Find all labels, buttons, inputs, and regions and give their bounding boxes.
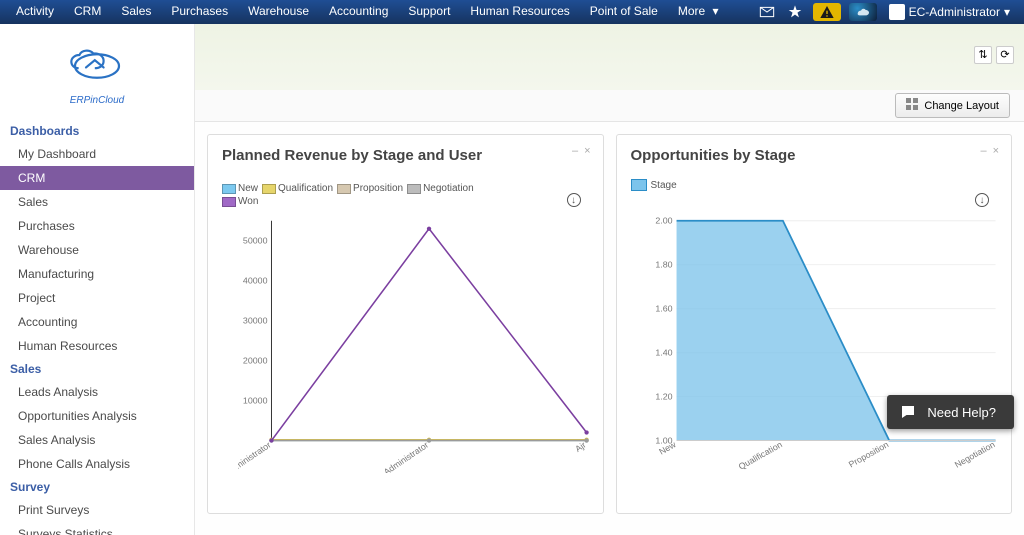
nav-item-human-resources[interactable]: Human Resources [460, 0, 579, 24]
widget-close-icon[interactable]: × [993, 145, 999, 157]
brand-logo: ERPinCloud [0, 34, 194, 120]
sidebar-item-project[interactable]: Project [0, 286, 194, 310]
svg-text:Administrator: Administrator [382, 440, 431, 473]
change-layout-label: Change Layout [924, 100, 999, 112]
svg-text:1.60: 1.60 [655, 304, 672, 314]
legend-won: Won [238, 196, 258, 207]
chevron-down-icon: ▾ [713, 4, 719, 18]
change-layout-button[interactable]: Change Layout [895, 93, 1010, 118]
legend-qualification: Qualification [278, 183, 333, 194]
download-icon[interactable] [975, 193, 989, 207]
chat-icon [899, 403, 917, 421]
chart-legend: New Qualification Proposition Negotiatio… [222, 183, 482, 207]
refresh-button[interactable]: ⟳ [996, 46, 1014, 64]
user-label: EC-Administrator [909, 5, 1000, 19]
nav-item-purchases[interactable]: Purchases [161, 0, 238, 24]
svg-text:1.80: 1.80 [655, 260, 672, 270]
avatar [889, 4, 905, 20]
download-icon[interactable] [567, 193, 581, 207]
sidebar-item-sales-analysis[interactable]: Sales Analysis [0, 428, 194, 452]
sidebar-item-purchases[interactable]: Purchases [0, 214, 194, 238]
nav-more-label: More [678, 4, 705, 18]
legend-stage: Stage [651, 180, 677, 191]
sidebar: ERPinCloud Dashboards My Dashboard CRM S… [0, 24, 195, 535]
sidebar-item-crm[interactable]: CRM [0, 166, 194, 190]
top-nav: Activity CRM Sales Purchases Warehouse A… [0, 0, 1024, 24]
nav-item-crm[interactable]: CRM [64, 0, 111, 24]
sidebar-item-surveys-statistics[interactable]: Surveys Statistics [0, 522, 194, 535]
sidebar-section-sales: Sales [0, 358, 194, 380]
main-area: ⇅ ⟳ Change Layout Planned Revenue by Sta… [195, 24, 1024, 535]
svg-text:30000: 30000 [243, 316, 268, 326]
svg-text:40000: 40000 [243, 276, 268, 286]
nav-item-sales[interactable]: Sales [111, 0, 161, 24]
help-widget[interactable]: Need Help? [887, 395, 1014, 429]
svg-text:Negotiation: Negotiation [952, 439, 996, 469]
chevron-down-icon: ▾ [1004, 5, 1010, 19]
nav-item-more[interactable]: More ▾ [668, 0, 729, 24]
sidebar-item-human-resources[interactable]: Human Resources [0, 334, 194, 358]
help-label: Need Help? [927, 405, 996, 420]
brand-name: ERPinCloud [0, 95, 194, 106]
svg-text:2.00: 2.00 [655, 216, 672, 226]
svg-text:1.40: 1.40 [655, 348, 672, 358]
sidebar-item-my-dashboard[interactable]: My Dashboard [0, 142, 194, 166]
svg-text:1.20: 1.20 [655, 392, 672, 402]
sidebar-item-print-surveys[interactable]: Print Surveys [0, 498, 194, 522]
star-icon[interactable] [781, 0, 809, 24]
page-banner: ⇅ ⟳ [195, 24, 1024, 90]
user-menu[interactable]: EC-Administrator ▾ [881, 0, 1018, 24]
svg-text:20000: 20000 [243, 356, 268, 366]
widget-title: Opportunities by Stage [617, 135, 1012, 172]
grid-icon [906, 98, 918, 113]
svg-text:Proposition: Proposition [846, 439, 890, 469]
svg-text:dministrator: dministrator [238, 440, 273, 473]
svg-text:10000: 10000 [243, 396, 268, 406]
widget-minimize-icon[interactable]: – [980, 145, 986, 157]
expand-toggle-button[interactable]: ⇅ [974, 46, 992, 64]
sidebar-item-warehouse[interactable]: Warehouse [0, 238, 194, 262]
widget-close-icon[interactable]: × [584, 145, 590, 157]
nav-item-warehouse[interactable]: Warehouse [238, 0, 319, 24]
sidebar-section-dashboards: Dashboards [0, 120, 194, 142]
svg-text:50000: 50000 [243, 236, 268, 246]
sidebar-item-opportunities-analysis[interactable]: Opportunities Analysis [0, 404, 194, 428]
widget-title: Planned Revenue by Stage and User [208, 135, 603, 172]
nav-item-accounting[interactable]: Accounting [319, 0, 398, 24]
mail-icon[interactable] [753, 0, 781, 24]
chart-planned-revenue: 10000 20000 30000 40000 50000 dministrator Adm… [238, 215, 593, 473]
alert-icon[interactable] [813, 3, 841, 21]
svg-text:Qualification: Qualification [736, 439, 783, 471]
chart-legend: Stage [631, 179, 677, 191]
legend-negotiation: Negotiation [423, 183, 474, 194]
chart-opps-by-stage: 1.001.201.401.601.802.00NewQualification… [647, 215, 1002, 473]
widget-planned-revenue: Planned Revenue by Stage and User – × Ne… [207, 134, 604, 514]
legend-proposition: Proposition [353, 183, 403, 194]
nav-item-pos[interactable]: Point of Sale [580, 0, 668, 24]
sub-toolbar: Change Layout [195, 90, 1024, 122]
sidebar-item-phone-calls-analysis[interactable]: Phone Calls Analysis [0, 452, 194, 476]
sidebar-item-leads-analysis[interactable]: Leads Analysis [0, 380, 194, 404]
sidebar-item-accounting[interactable]: Accounting [0, 310, 194, 334]
legend-new: New [238, 183, 258, 194]
sidebar-item-sales[interactable]: Sales [0, 190, 194, 214]
nav-item-activity[interactable]: Activity [6, 0, 64, 24]
app-logo-icon[interactable] [849, 3, 877, 21]
sidebar-section-survey: Survey [0, 476, 194, 498]
sidebar-item-manufacturing[interactable]: Manufacturing [0, 262, 194, 286]
nav-item-support[interactable]: Support [398, 0, 460, 24]
widget-opps-by-stage: Opportunities by Stage – × Stage 1.001.2… [616, 134, 1013, 514]
widget-minimize-icon[interactable]: – [572, 145, 578, 157]
